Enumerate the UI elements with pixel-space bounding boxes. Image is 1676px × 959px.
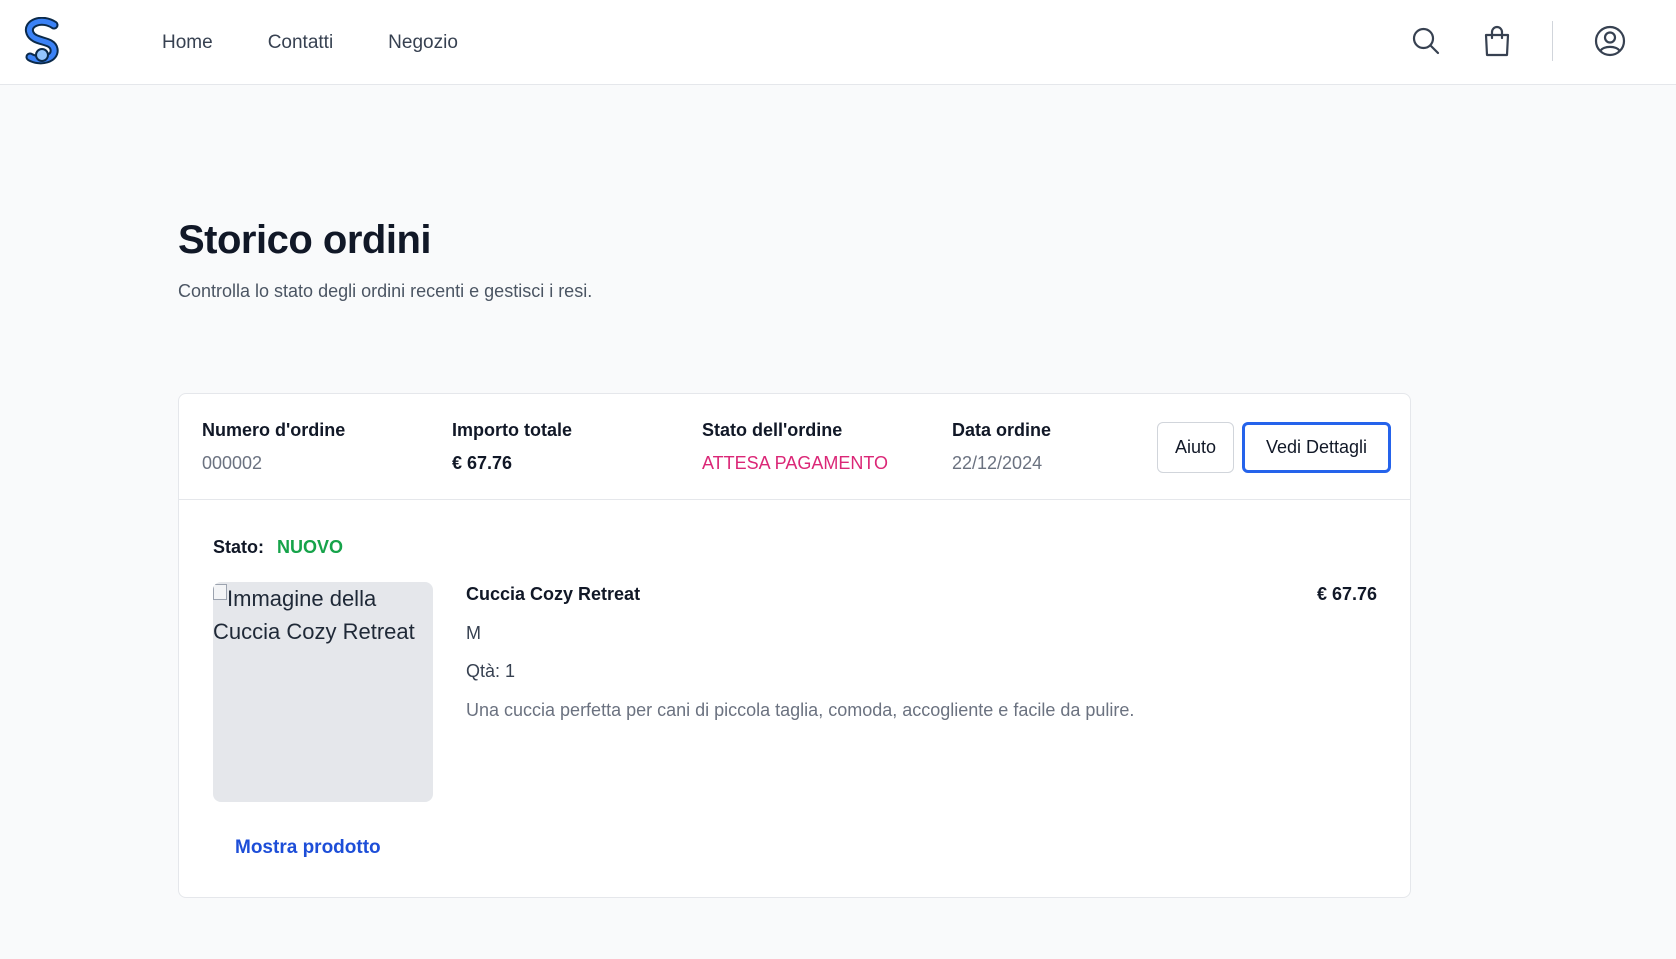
top-header: Home Contatti Negozio [0, 0, 1676, 85]
order-summary-header: Numero d'ordine 000002 Importo totale € … [179, 394, 1410, 500]
product-quantity: Qtà: 1 [466, 661, 516, 681]
order-date: 22/12/2024 [952, 453, 1043, 473]
item-status-label: Stato: [213, 537, 264, 557]
order-number-label: Numero d'ordine [202, 420, 346, 440]
order-total-label: Importo totale [452, 420, 572, 440]
order-state-label: Stato dell'ordine [702, 420, 843, 440]
broken-image-icon [213, 584, 227, 600]
page-title: Storico ordini [178, 218, 432, 262]
order-state: ATTESA PAGAMENTO [702, 453, 889, 473]
help-button[interactable]: Aiuto [1157, 422, 1234, 473]
order-card: Numero d'ordine 000002 Importo totale € … [178, 393, 1411, 898]
main-nav: Home Contatti Negozio [162, 0, 458, 85]
product-name: Cuccia Cozy Retreat [466, 584, 641, 604]
show-product-link[interactable]: Mostra prodotto [235, 837, 381, 859]
item-status: Stato: NUOVO [213, 537, 343, 558]
nav-contatti[interactable]: Contatti [268, 32, 333, 54]
order-date-block: Data ordine 22/12/2024 [952, 420, 1051, 474]
product-image-alt: Immagine della Cuccia Cozy Retreat [213, 586, 415, 644]
view-details-button[interactable]: Vedi Dettagli [1242, 422, 1391, 473]
product-description: Una cuccia perfetta per cani di piccola … [466, 700, 1135, 720]
header-divider [1552, 21, 1553, 61]
nav-home[interactable]: Home [162, 32, 213, 54]
page-subtitle: Controlla lo stato degli ordini recenti … [178, 281, 593, 301]
nav-negozio[interactable]: Negozio [388, 32, 458, 54]
logo-s-icon[interactable] [20, 17, 64, 65]
order-date-label: Data ordine [952, 420, 1052, 440]
order-number-block: Numero d'ordine 000002 [202, 420, 345, 474]
search-icon[interactable] [1410, 24, 1442, 58]
product-price: € 67.76 [1316, 584, 1377, 604]
item-status-value: NUOVO [277, 537, 344, 557]
user-circle-icon[interactable] [1594, 24, 1626, 58]
order-number: 000002 [202, 453, 263, 473]
order-total-block: Importo totale € 67.76 [452, 420, 572, 474]
shopping-bag-icon[interactable] [1481, 24, 1513, 58]
order-total: € 67.76 [452, 453, 513, 473]
order-state-block: Stato dell'ordine ATTESA PAGAMENTO [702, 420, 888, 474]
product-image: Immagine della Cuccia Cozy Retreat [213, 582, 433, 802]
product-size: M [466, 623, 481, 643]
